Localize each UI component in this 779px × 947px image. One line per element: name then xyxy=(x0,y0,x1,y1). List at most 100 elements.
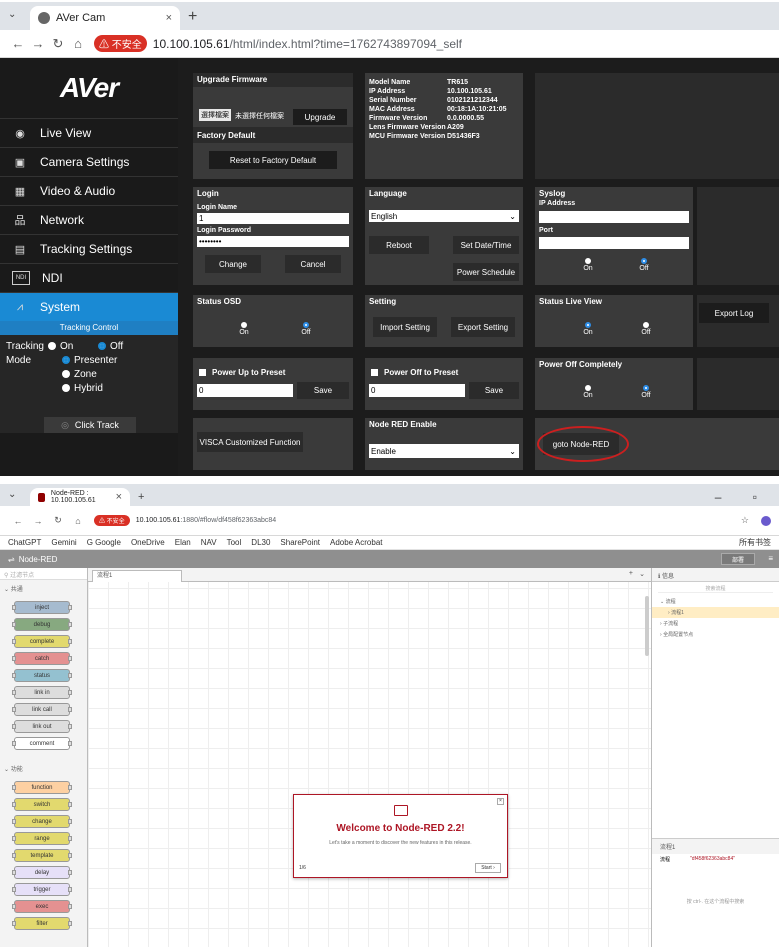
flow-list-icon[interactable]: ⌄ xyxy=(639,570,645,578)
home-icon[interactable]: ⌂ xyxy=(68,516,88,526)
menu-live-view[interactable]: ◉ Live View xyxy=(0,118,178,147)
new-tab-icon[interactable]: + xyxy=(138,491,144,503)
sidebar-search[interactable]: 搜索流程 xyxy=(658,585,773,593)
url-input[interactable]: 10.100.105.61/html/index.html?time=17627… xyxy=(153,37,462,51)
tree-flows[interactable]: ⌄ 流程 xyxy=(652,596,779,607)
palette-node[interactable]: inject xyxy=(12,601,72,614)
forward-icon[interactable]: → xyxy=(28,36,48,51)
forward-icon[interactable]: → xyxy=(28,516,48,526)
reset-factory-button[interactable]: Reset to Factory Default xyxy=(209,151,337,169)
back-icon[interactable]: ← xyxy=(8,36,28,51)
status-live-on-radio[interactable]: On xyxy=(577,322,599,336)
mode-presenter-radio[interactable] xyxy=(62,356,70,364)
home-icon[interactable]: ⌂ xyxy=(68,36,88,51)
click-track-button[interactable]: ◎ Click Track xyxy=(44,417,136,433)
palette-node[interactable]: complete xyxy=(12,635,72,648)
tab-close-icon[interactable]: × xyxy=(116,491,122,503)
palette-node[interactable]: exec xyxy=(12,900,72,913)
bookmark-item[interactable]: OneDrive xyxy=(131,538,165,547)
power-up-checkbox[interactable] xyxy=(199,369,206,377)
bookmark-item[interactable]: NAV xyxy=(201,538,217,547)
menu-ndi[interactable]: NDI NDI xyxy=(0,263,178,292)
palette-node[interactable]: template xyxy=(12,849,72,862)
tree-flow-1[interactable]: › 流程1 xyxy=(652,607,779,618)
star-icon[interactable]: ☆ xyxy=(741,515,749,526)
node-red-enable-select[interactable]: Enable ⌄ xyxy=(369,444,519,458)
tree-global-config[interactable]: › 全局配置节点 xyxy=(652,629,779,640)
power-up-save-button[interactable]: Save xyxy=(297,382,349,399)
bookmark-item[interactable]: Elan xyxy=(175,538,191,547)
deploy-button[interactable]: 部署 xyxy=(721,553,755,565)
status-osd-on-radio[interactable]: On xyxy=(233,322,255,336)
palette-node[interactable]: range xyxy=(12,832,72,845)
flow-tab[interactable]: 流程1 xyxy=(92,570,182,582)
power-off-completely-on-radio[interactable]: On xyxy=(577,385,599,399)
upgrade-button[interactable]: Upgrade xyxy=(293,109,347,125)
palette-node[interactable]: delay xyxy=(12,866,72,879)
export-setting-button[interactable]: Export Setting xyxy=(451,317,515,337)
sidebar-tabs[interactable]: ℹ 信息 xyxy=(652,568,779,582)
power-up-preset-input[interactable]: 0 xyxy=(197,384,293,397)
login-password-input[interactable]: •••••••• xyxy=(197,236,349,247)
palette-node[interactable]: status xyxy=(12,669,72,682)
window-controls[interactable]: – ▫ xyxy=(715,490,771,504)
palette-node[interactable]: trigger xyxy=(12,883,72,896)
bookmark-item[interactable]: Adobe Acrobat xyxy=(330,538,382,547)
power-off-checkbox[interactable] xyxy=(371,369,378,377)
reboot-button[interactable]: Reboot xyxy=(369,236,429,254)
palette-node[interactable]: debug xyxy=(12,618,72,631)
choose-file-button[interactable]: 選擇檔案 xyxy=(199,109,231,121)
palette-node[interactable]: change xyxy=(12,815,72,828)
new-tab-icon[interactable]: + xyxy=(188,8,197,26)
palette-category-function[interactable]: ⌄ 功能 xyxy=(0,760,87,777)
tracking-on-radio[interactable] xyxy=(48,342,56,350)
tab-node-red[interactable]: Node-RED : 10.100.105.61 × xyxy=(30,488,130,506)
not-secure-badge[interactable]: ⚠ 不安全 xyxy=(94,515,130,526)
bookmark-item[interactable]: Tool xyxy=(227,538,242,547)
palette-node[interactable]: link in xyxy=(12,686,72,699)
bookmark-item[interactable]: DL30 xyxy=(251,538,270,547)
power-off-preset-input[interactable]: 0 xyxy=(369,384,465,397)
tab-aver-cam[interactable]: AVer Cam × xyxy=(30,6,180,30)
tab-list-icon[interactable]: ⌄ xyxy=(8,489,16,500)
menu-camera-settings[interactable]: ▣ Camera Settings xyxy=(0,147,178,176)
reload-icon[interactable]: ↻ xyxy=(48,36,68,52)
tab-list-icon[interactable]: ⌄ xyxy=(8,9,16,20)
export-log-button[interactable]: Export Log xyxy=(699,303,769,323)
palette-node[interactable]: filter xyxy=(12,917,72,930)
all-bookmarks[interactable]: 所有书签 xyxy=(739,537,771,548)
menu-tracking-settings[interactable]: ▤ Tracking Settings xyxy=(0,234,178,263)
status-live-off-radio[interactable]: Off xyxy=(635,322,657,336)
not-secure-badge[interactable]: ⚠ 不安全 xyxy=(94,35,147,52)
menu-video-audio[interactable]: ▦ Video & Audio xyxy=(0,176,178,205)
set-date-time-button[interactable]: Set Date/Time xyxy=(453,236,519,254)
welcome-start-button[interactable]: Start › xyxy=(475,863,501,873)
tree-subflows[interactable]: › 子流程 xyxy=(652,618,779,629)
back-icon[interactable]: ← xyxy=(8,516,28,526)
palette-node[interactable]: link out xyxy=(12,720,72,733)
palette-node[interactable]: catch xyxy=(12,652,72,665)
change-button[interactable]: Change xyxy=(205,255,261,273)
syslog-ip-input[interactable] xyxy=(539,211,689,223)
palette-search[interactable]: ⚲ 过滤节点 xyxy=(0,568,87,580)
vertical-scrollbar[interactable] xyxy=(645,596,649,656)
menu-network[interactable]: 品 Network xyxy=(0,205,178,234)
visca-customized-button[interactable]: VISCA Customized Function xyxy=(197,432,303,452)
tab-close-icon[interactable]: × xyxy=(166,12,172,24)
url-input[interactable]: 10.100.105.61:1880/#flow/df458f62363abc8… xyxy=(136,517,277,524)
flow-workspace[interactable]: 流程1 + ⌄ × Welcome to Node-RED 2.2! Let's… xyxy=(88,568,651,947)
close-icon[interactable]: × xyxy=(497,798,504,805)
palette-node[interactable]: function xyxy=(12,781,72,794)
login-name-input[interactable]: 1 xyxy=(197,213,349,224)
language-select[interactable]: English ⌄ xyxy=(369,210,519,222)
import-setting-button[interactable]: Import Setting xyxy=(373,317,437,337)
bookmark-item[interactable]: G Google xyxy=(87,538,121,547)
palette-node[interactable]: link call xyxy=(12,703,72,716)
cancel-button[interactable]: Cancel xyxy=(285,255,341,273)
reload-icon[interactable]: ↻ xyxy=(48,515,68,526)
palette-node[interactable]: switch xyxy=(12,798,72,811)
mode-zone-radio[interactable] xyxy=(62,370,70,378)
add-flow-icon[interactable]: + xyxy=(629,570,633,577)
status-osd-off-radio[interactable]: Off xyxy=(295,322,317,336)
menu-system[interactable]: ⩘ System xyxy=(0,292,178,321)
